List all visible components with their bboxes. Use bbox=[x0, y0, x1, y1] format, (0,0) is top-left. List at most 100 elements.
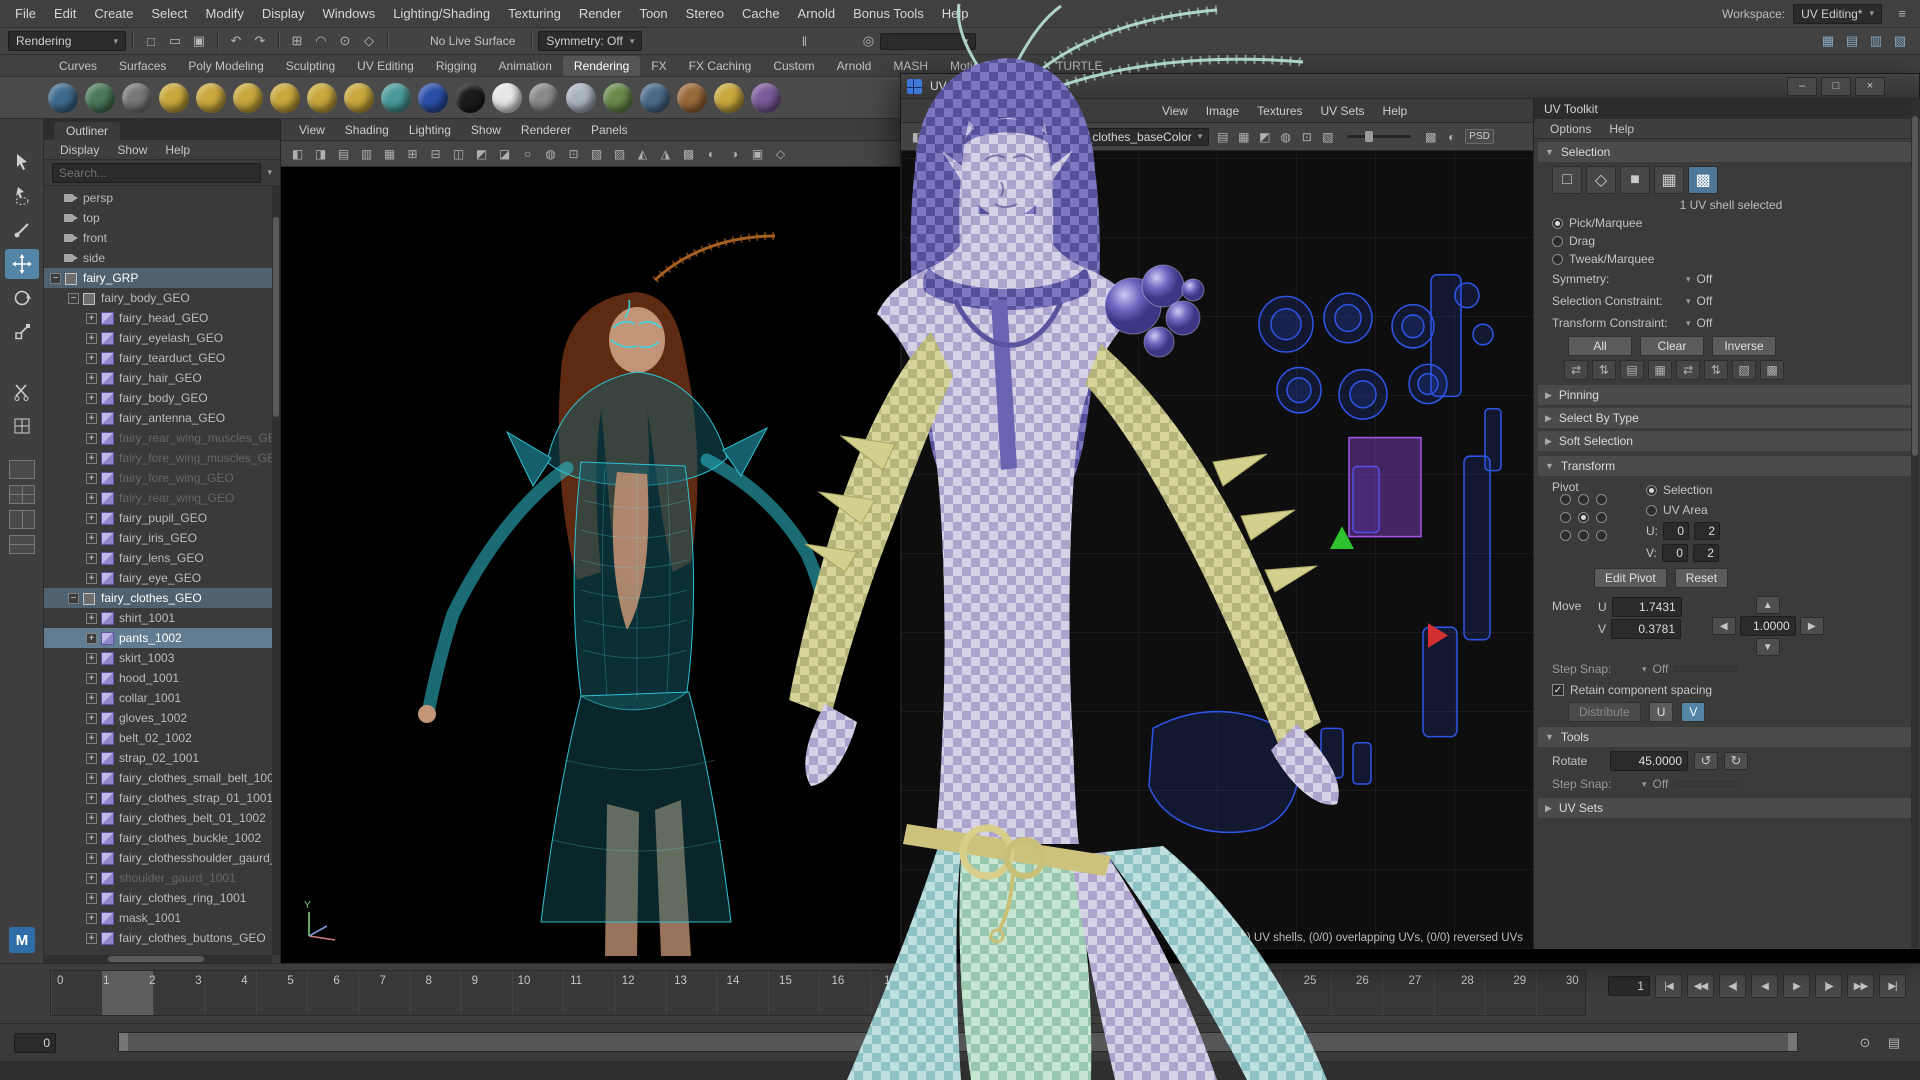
outliner-row[interactable]: fairy_body_GEO bbox=[44, 388, 280, 408]
shelf-texture-icon[interactable] bbox=[603, 83, 633, 113]
shelf-shader-ball-teal-icon[interactable] bbox=[381, 83, 411, 113]
pivot-radio[interactable] bbox=[1578, 494, 1589, 505]
move-v-field[interactable]: 0.3781 bbox=[1611, 619, 1681, 639]
viewport-toolbar-icon[interactable]: ▥ bbox=[356, 144, 377, 164]
nudge-up-button[interactable]: ▲ bbox=[1756, 596, 1780, 614]
outliner-menu-item[interactable]: Show bbox=[109, 143, 155, 157]
constraint-value[interactable]: Off bbox=[1697, 272, 1713, 286]
expand-toggle-icon[interactable] bbox=[86, 333, 97, 344]
outliner-row[interactable]: fairy_antenna_GEO bbox=[44, 408, 280, 428]
expand-toggle-icon[interactable] bbox=[86, 633, 97, 644]
shelf-tab[interactable]: Animation bbox=[488, 56, 563, 76]
nudge-left-button[interactable]: ◀ bbox=[1712, 617, 1736, 635]
select-shell-icon[interactable]: ▩ bbox=[1688, 166, 1718, 194]
shelf-area-light-icon[interactable] bbox=[159, 83, 189, 113]
layout-rows-icon[interactable]: ▤ bbox=[1840, 30, 1864, 52]
shelf-tab[interactable]: Curves bbox=[48, 56, 108, 76]
save-scene-icon[interactable]: ▣ bbox=[187, 30, 211, 52]
expand-toggle-icon[interactable] bbox=[68, 593, 79, 604]
layout-cols-icon[interactable]: ▥ bbox=[1864, 30, 1888, 52]
shelf-env-icon[interactable] bbox=[640, 83, 670, 113]
shelf-tab[interactable]: Rigging bbox=[425, 56, 488, 76]
viewport-menu-item[interactable]: View bbox=[289, 123, 335, 137]
radio-icon[interactable] bbox=[1552, 218, 1563, 229]
outliner-row[interactable]: fairy_eye_GEO bbox=[44, 568, 280, 588]
toolkit-scrollbar[interactable] bbox=[1911, 99, 1919, 948]
menu-item[interactable]: Edit bbox=[45, 0, 85, 28]
viewport-menu-item[interactable]: Renderer bbox=[511, 123, 581, 137]
constraint-value[interactable]: Off bbox=[1697, 316, 1713, 330]
uv-editor-titlebar[interactable]: UV Editor –□× bbox=[901, 74, 1919, 99]
shelf-render-icon[interactable] bbox=[48, 83, 78, 113]
pivot-radio[interactable] bbox=[1596, 512, 1607, 523]
search-input[interactable] bbox=[52, 163, 261, 183]
pivot-u1-field[interactable]: 0 bbox=[1663, 522, 1689, 540]
pivot-radio[interactable] bbox=[1560, 512, 1571, 523]
expand-toggle-icon[interactable] bbox=[86, 513, 97, 524]
retain-spacing-checkbox[interactable]: ✓ bbox=[1552, 684, 1564, 696]
expand-toggle-icon[interactable] bbox=[86, 613, 97, 624]
expand-toggle-icon[interactable] bbox=[86, 913, 97, 924]
rotate-ccw-icon[interactable]: ↺ bbox=[949, 127, 970, 147]
pivot-radio[interactable] bbox=[1560, 530, 1571, 541]
close-button[interactable]: × bbox=[1855, 77, 1885, 96]
step-forward-frame-button[interactable]: |▶ bbox=[1815, 974, 1842, 998]
convert-icon[interactable]: ⇄ bbox=[1676, 360, 1700, 380]
menu-set-dropdown[interactable]: Rendering ▾ bbox=[8, 31, 126, 51]
checker-display-icon[interactable]: ▦ bbox=[1233, 127, 1254, 147]
shelf-tab[interactable]: Rendering bbox=[563, 56, 640, 76]
selection-action-button[interactable]: All bbox=[1568, 336, 1632, 356]
expand-toggle-icon[interactable] bbox=[86, 833, 97, 844]
outliner-row[interactable]: fairy_clothes_ring_1001 bbox=[44, 888, 280, 908]
expand-toggle-icon[interactable] bbox=[86, 773, 97, 784]
viewport-toolbar-icon[interactable]: ▣ bbox=[747, 144, 768, 164]
layout-two-pane-button[interactable] bbox=[9, 510, 35, 529]
viewport-toolbar-icon[interactable]: ◫ bbox=[448, 144, 469, 164]
shelf-ipr-icon[interactable] bbox=[85, 83, 115, 113]
uv-editor-menu-item[interactable]: Image bbox=[1197, 104, 1248, 118]
step-back-frame-button[interactable]: ◀| bbox=[1719, 974, 1746, 998]
viewport-toolbar-icon[interactable]: ◨ bbox=[310, 144, 331, 164]
outliner-row[interactable]: fairy_lens_GEO bbox=[44, 548, 280, 568]
pivot-radio[interactable] bbox=[1578, 512, 1589, 523]
step-snap-value[interactable]: Off bbox=[1653, 662, 1669, 676]
outliner-row[interactable]: fairy_clothes_strap_01_1001 bbox=[44, 788, 280, 808]
pivot-selection-radio[interactable] bbox=[1646, 485, 1657, 496]
outliner-row[interactable]: fairy_clothes_buttons_GEO bbox=[44, 928, 280, 948]
shelf-directional-light-icon[interactable] bbox=[196, 83, 226, 113]
expand-toggle-icon[interactable] bbox=[86, 573, 97, 584]
expand-toggle-icon[interactable] bbox=[86, 893, 97, 904]
expand-toggle-icon[interactable] bbox=[68, 293, 79, 304]
play-forward-button[interactable]: ▶ bbox=[1783, 974, 1810, 998]
convert-icon[interactable]: ▩ bbox=[1760, 360, 1784, 380]
select-diamond-icon[interactable]: ◇ bbox=[1586, 166, 1616, 194]
viewport-toolbar-icon[interactable]: ◍ bbox=[540, 144, 561, 164]
live-surface-field[interactable]: No Live Surface bbox=[430, 34, 515, 48]
redo-icon[interactable]: ↷ bbox=[248, 30, 272, 52]
shelf-point-light-icon[interactable] bbox=[233, 83, 263, 113]
outliner-row[interactable]: fairy_head_GEO bbox=[44, 308, 280, 328]
viewport-menu-item[interactable]: Show bbox=[461, 123, 511, 137]
layout-grid-icon[interactable]: ▦ bbox=[1816, 30, 1840, 52]
outliner-vertical-scrollbar[interactable] bbox=[272, 186, 280, 955]
nudge-down-button[interactable]: ▼ bbox=[1756, 638, 1780, 656]
uv-canvas[interactable]: (1/0) UV shells, (0/0) overlapping UVs, … bbox=[901, 151, 1533, 949]
shelf-tab[interactable]: Custom bbox=[762, 56, 825, 76]
viewport-toolbar-icon[interactable]: ○ bbox=[517, 144, 538, 164]
expand-toggle-icon[interactable] bbox=[86, 853, 97, 864]
menu-item[interactable]: Stereo bbox=[677, 0, 733, 28]
menu-item[interactable]: Create bbox=[85, 0, 142, 28]
outliner-row[interactable]: fairy_pupil_GEO bbox=[44, 508, 280, 528]
expand-toggle-icon[interactable] bbox=[86, 653, 97, 664]
maximize-button[interactable]: □ bbox=[1821, 77, 1851, 96]
undo-icon[interactable]: ↶ bbox=[224, 30, 248, 52]
viewport-menu-item[interactable]: Shading bbox=[335, 123, 399, 137]
menu-item[interactable]: Select bbox=[142, 0, 196, 28]
select-uv-grid-icon[interactable]: ▦ bbox=[1654, 166, 1684, 194]
expand-toggle-icon[interactable] bbox=[86, 813, 97, 824]
expand-toggle-icon[interactable] bbox=[86, 873, 97, 884]
shelf-shader-ball-gray-icon[interactable] bbox=[529, 83, 559, 113]
uv-editor-menu-item[interactable]: Textures bbox=[1248, 104, 1311, 118]
layout-four-pane-button[interactable] bbox=[9, 485, 35, 504]
expand-toggle-icon[interactable] bbox=[86, 493, 97, 504]
